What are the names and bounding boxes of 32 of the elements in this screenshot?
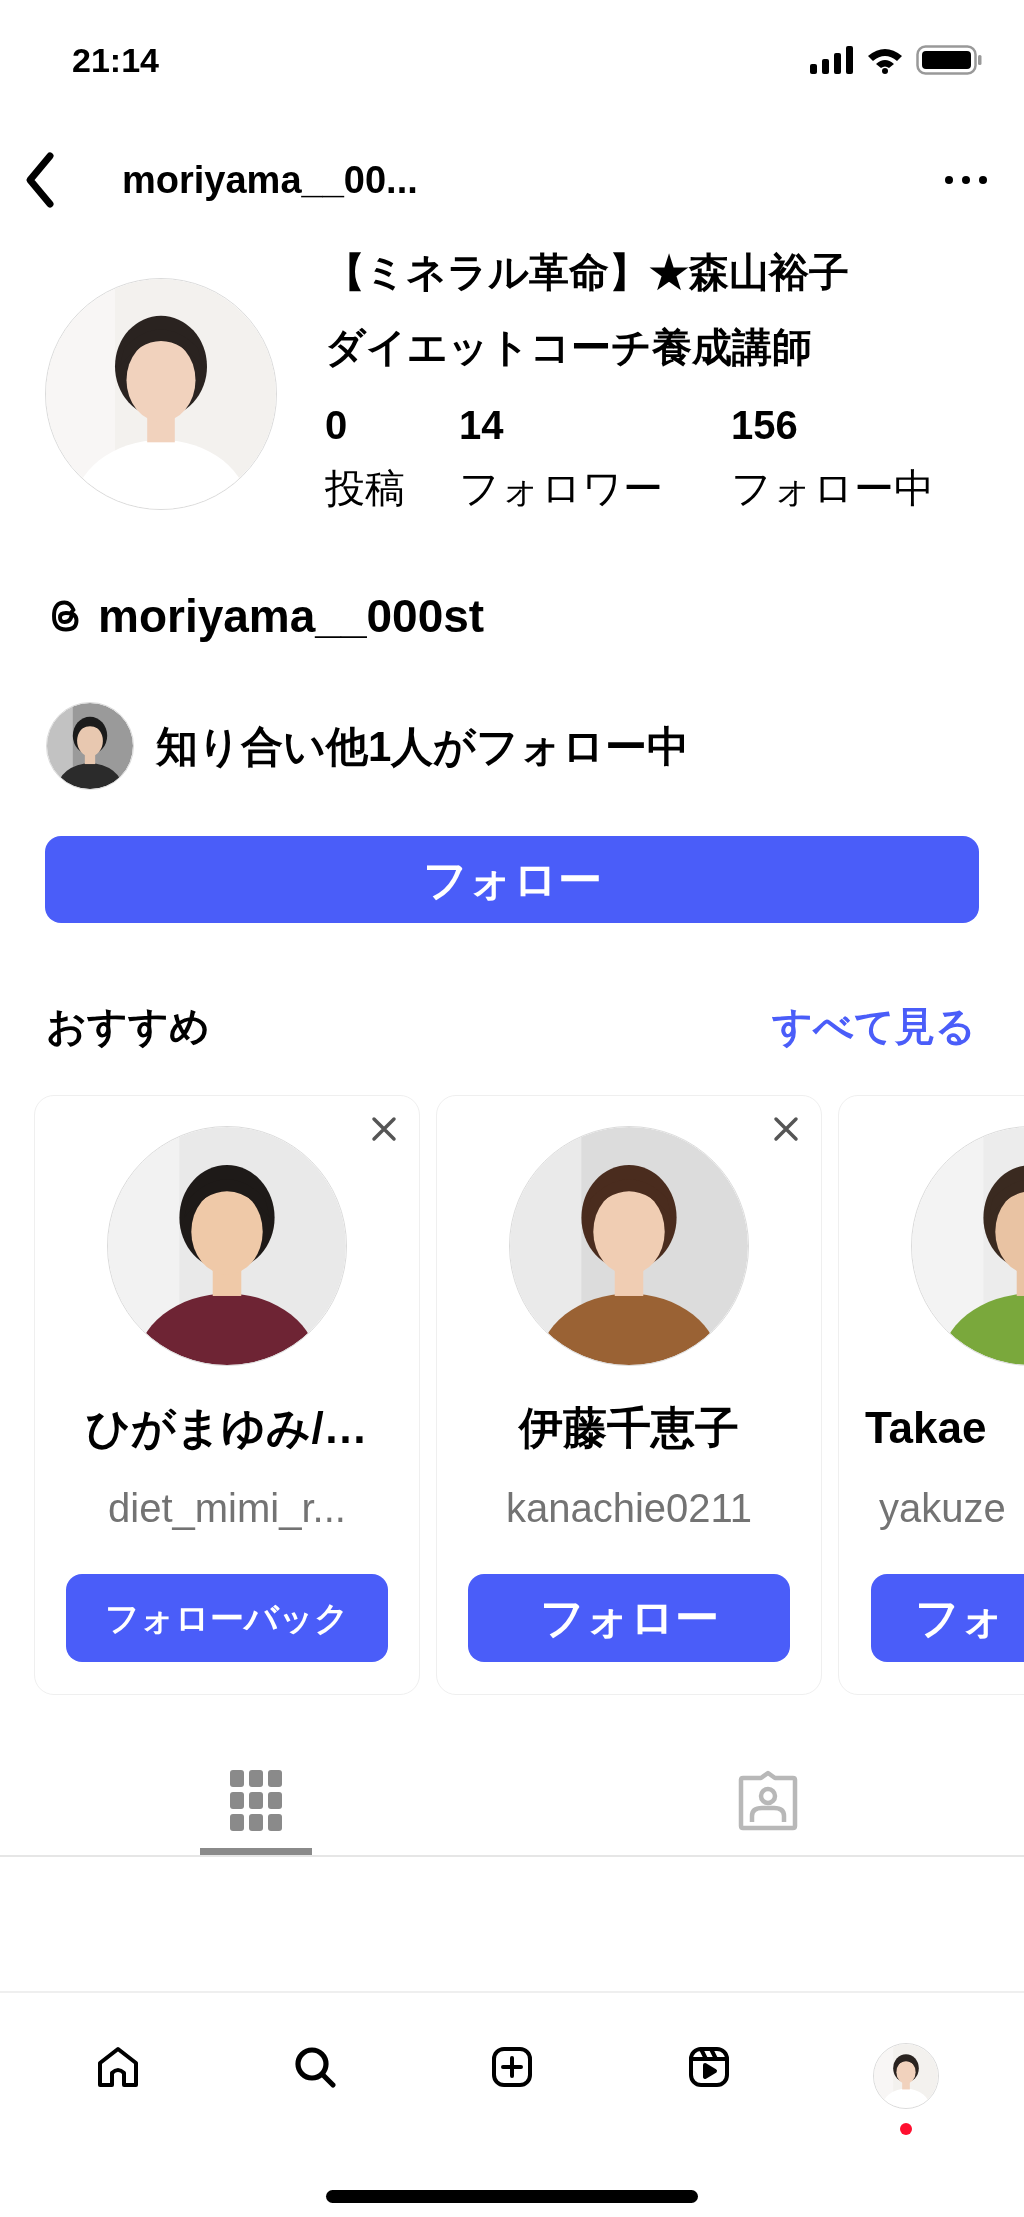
close-icon[interactable]	[371, 1116, 397, 1142]
status-time: 21:14	[72, 39, 159, 81]
profile-name: 【ミネラル革命】★森山裕子	[325, 249, 850, 296]
close-icon[interactable]	[773, 1116, 799, 1142]
profile-name: ダイエットコーチ養成講師	[325, 324, 813, 371]
header-username: moriyama__00...	[122, 157, 418, 203]
stat-label[interactable]: 投稿	[325, 455, 459, 521]
person-tag-icon	[737, 1769, 799, 1832]
suggestion-handle[interactable]: kanachie0211	[505, 1480, 753, 1536]
grid-icon	[230, 1769, 282, 1832]
suggestion-handle[interactable]: yakuze	[879, 1480, 1006, 1536]
follow-button[interactable]: フォ	[871, 1574, 1024, 1662]
stat-value[interactable]: 0	[325, 395, 459, 455]
follow-button[interactable]: フォロー	[468, 1574, 790, 1662]
suggestion-name[interactable]: Takae	[865, 1398, 987, 1458]
stat-label[interactable]: フォロー中	[731, 455, 934, 521]
more-icon[interactable]	[944, 175, 988, 185]
follow-button[interactable]: フォロー	[45, 836, 979, 923]
battery-icon	[916, 45, 982, 75]
stat-label[interactable]: フォロワー	[459, 455, 731, 521]
wifi-icon	[866, 46, 904, 74]
suggestion-name[interactable]: ひがまゆみ/…	[86, 1398, 368, 1458]
follow-button[interactable]: フォローバック	[66, 1574, 388, 1662]
mutual-followers-text[interactable]: 知り合い他1人がフォロー中	[156, 714, 690, 778]
suggestion-handle[interactable]: diet_mimi_r...	[108, 1480, 346, 1536]
stat-value[interactable]: 156	[731, 395, 934, 455]
signal-icon	[810, 46, 854, 74]
section-title: おすすめ	[46, 1003, 210, 1050]
see-all-link[interactable]: すべて見る	[772, 996, 976, 1056]
suggestion-name[interactable]: 伊藤千恵子	[519, 1398, 739, 1458]
threads-handle[interactable]: moriyama__000st	[98, 581, 485, 651]
stat-value[interactable]: 14	[459, 395, 731, 455]
